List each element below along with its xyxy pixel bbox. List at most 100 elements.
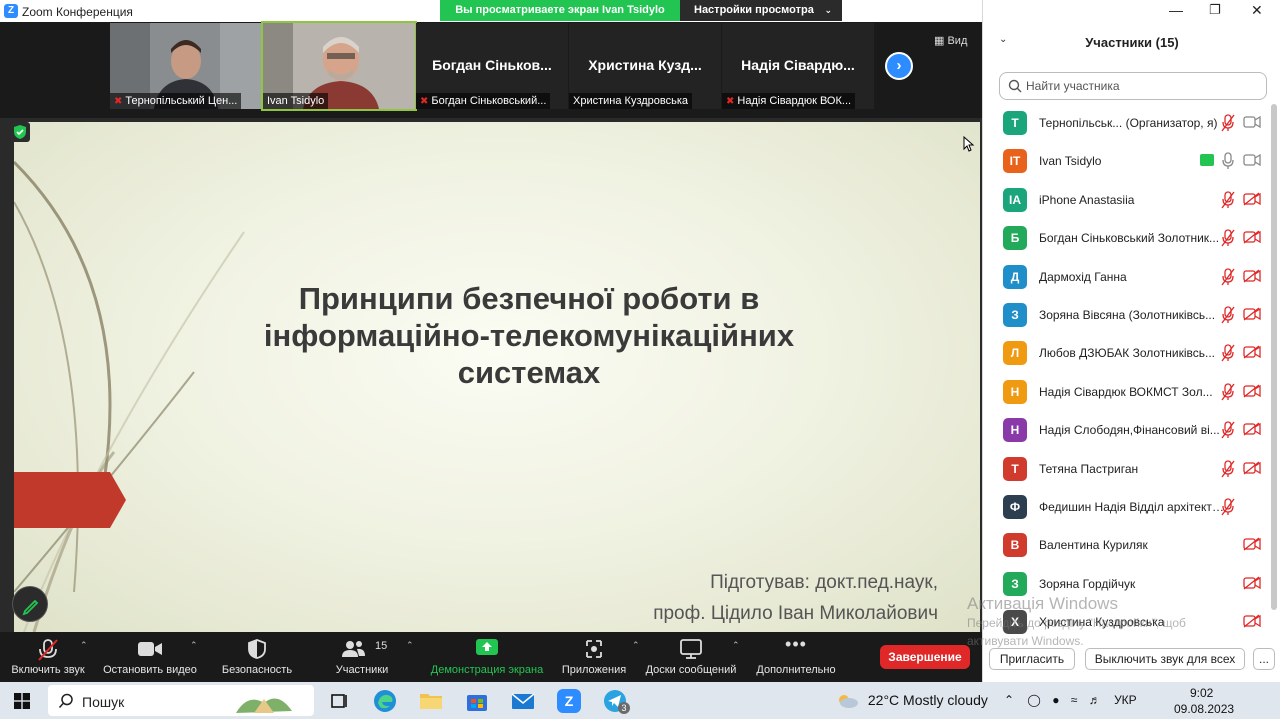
participant-row[interactable]: Л Любов ДЗЮБАК Золотниківсь... (983, 334, 1271, 372)
whiteboards-button[interactable]: ⌃ Доски сообщений (640, 632, 742, 682)
mic-icon[interactable] (1221, 152, 1235, 170)
participant-row[interactable]: Ф Федишин Надія Відділ архітектури,... (983, 488, 1271, 526)
chevron-up-icon[interactable]: ⌃ (1004, 693, 1014, 707)
video-tile[interactable]: Надія Сівардю... ✖ Надія Сівардюк ВОК... (722, 23, 874, 109)
sharing-screen-icon (1200, 154, 1214, 167)
search-icon (1008, 79, 1022, 93)
zoom-app-icon[interactable]: Z (556, 688, 582, 714)
unmute-button[interactable]: ⌃ Включить звук (0, 632, 96, 682)
volume-icon[interactable]: ♬ (1089, 693, 1101, 707)
file-explorer-icon[interactable] (418, 688, 444, 714)
weather-widget[interactable]: 22°C Mostly cloudy (836, 692, 988, 709)
mic-muted-icon[interactable] (1221, 267, 1235, 286)
participant-row[interactable]: IT Ivan Tsidylo (983, 142, 1271, 180)
input-language[interactable]: УКР (1114, 693, 1137, 707)
mic-muted-icon[interactable] (1221, 498, 1235, 516)
scrollbar[interactable] (1271, 104, 1277, 610)
edge-browser-icon[interactable] (372, 688, 398, 714)
video-off-icon[interactable] (1243, 576, 1261, 590)
video-tile-active-speaker[interactable]: Ivan Tsidylo (261, 21, 417, 111)
participant-row[interactable]: Н Надія Сівардюк ВОКМСТ Зол... (983, 373, 1271, 411)
mic-muted-icon[interactable] (1221, 383, 1235, 401)
wifi-icon[interactable]: ≈ (1071, 693, 1078, 707)
chevron-up-icon[interactable]: ⌃ (632, 640, 640, 651)
participants-button[interactable]: 15 ⌃ Участники (318, 632, 414, 682)
mouse-cursor-icon (963, 136, 975, 152)
video-camera-icon[interactable] (1243, 115, 1261, 129)
chevron-up-icon[interactable]: ⌃ (732, 640, 740, 651)
mic-muted-icon[interactable] (1221, 421, 1235, 439)
participant-row[interactable]: З Зоряна Вівсяна (Золотниківсь... (983, 296, 1271, 334)
video-strip: ✖ Тернопільський Цен... Ivan Tsidylo Богд… (0, 21, 982, 118)
invite-button[interactable]: Пригласить (989, 648, 1075, 670)
view-button[interactable]: ▦ Вид (934, 34, 967, 47)
video-off-icon[interactable] (1243, 384, 1261, 398)
view-settings-button[interactable]: Настройки просмотра ⌄ (680, 0, 842, 21)
mic-muted-icon[interactable] (1221, 191, 1235, 209)
taskbar-search[interactable]: Пошук (48, 685, 314, 716)
share-screen-button[interactable]: Демонстрация экрана (424, 632, 550, 682)
close-icon[interactable]: ✕ (1251, 2, 1263, 19)
video-tile-name: Богдан Сіньков... (432, 57, 552, 73)
taskbar-search-label: Пошук (82, 694, 125, 710)
participant-row[interactable]: Н Надія Слободян,Фінансовий ві... (983, 411, 1271, 449)
video-off-icon[interactable] (1243, 192, 1261, 206)
mic-muted-icon[interactable] (1221, 459, 1235, 478)
video-tile[interactable]: ✖ Тернопільський Цен... (110, 23, 262, 109)
participant-row[interactable]: Т Тернопільськ... (Организатор, я) (983, 104, 1271, 142)
end-meeting-button[interactable]: Завершение (880, 645, 970, 669)
clock-date[interactable]: 09.08.2023 (1174, 702, 1234, 716)
mic-muted-icon[interactable] (1221, 114, 1235, 132)
mic-muted-icon[interactable] (1221, 344, 1235, 362)
minimize-icon[interactable]: — (1169, 2, 1183, 18)
video-off-icon[interactable] (1243, 307, 1261, 321)
video-off-icon[interactable] (1243, 422, 1261, 436)
video-off-icon[interactable] (1243, 461, 1261, 475)
video-tile[interactable]: Христина Кузд... Христина Куздровська (569, 23, 721, 109)
participant-row[interactable]: Д Дармохід Ганна (983, 258, 1271, 296)
participant-name: Ivan Tsidylo (1039, 154, 1102, 169)
pencil-icon (22, 599, 39, 616)
avatar: Н (1003, 418, 1027, 443)
mic-muted-icon: ✖ (420, 96, 429, 107)
annotate-pencil-button[interactable] (12, 586, 48, 622)
chevron-up-icon[interactable]: ⌃ (80, 640, 88, 651)
task-view-icon[interactable] (326, 688, 352, 714)
encryption-shield-icon[interactable] (10, 122, 30, 142)
microphone-icon[interactable]: ● (1052, 693, 1059, 707)
mute-all-button[interactable]: Выключить звук для всех (1085, 648, 1245, 670)
clock-time[interactable]: 9:02 (1190, 686, 1213, 700)
mic-muted-icon[interactable] (1221, 306, 1235, 324)
chevron-up-icon[interactable]: ⌃ (190, 640, 198, 651)
participant-row[interactable]: IA iPhone Anastasiia (983, 181, 1271, 219)
microsoft-store-icon[interactable] (464, 688, 490, 714)
panel-more-button[interactable]: ... (1253, 648, 1275, 670)
participant-row[interactable]: Б Богдан Сіньковський Золотник... (983, 219, 1271, 257)
video-camera-icon[interactable] (1243, 153, 1261, 167)
security-button[interactable]: Безопасность (210, 632, 304, 682)
video-off-icon[interactable] (1243, 345, 1261, 359)
video-off-icon[interactable] (1243, 230, 1261, 244)
video-tile[interactable]: Богдан Сіньков... ✖ Богдан Сіньковський..… (416, 23, 568, 109)
video-off-icon[interactable] (1243, 537, 1261, 551)
grid-icon: ▦ (934, 35, 945, 47)
search-input[interactable] (1026, 77, 1256, 95)
mail-icon[interactable] (510, 688, 536, 714)
participant-search[interactable] (999, 72, 1267, 100)
meet-now-icon[interactable]: ◯ (1027, 693, 1040, 707)
restore-icon[interactable]: ❐ (1209, 2, 1221, 18)
security-label: Безопасность (221, 664, 293, 676)
shield-icon (248, 639, 266, 659)
apps-button[interactable]: ⌃ Приложения (558, 632, 640, 682)
video-off-icon[interactable] (1243, 269, 1261, 283)
more-button[interactable]: ••• Дополнительно (750, 632, 842, 682)
stop-video-button[interactable]: ⌃ Остановить видео (98, 632, 202, 682)
mic-muted-icon[interactable] (1221, 229, 1235, 247)
video-tile-name: Христина Кузд... (588, 57, 702, 73)
next-page-arrow-icon[interactable]: › (885, 52, 913, 80)
windows-start-icon[interactable] (14, 693, 30, 709)
chevron-up-icon[interactable]: ⌃ (406, 640, 414, 651)
participant-row[interactable]: Т Тетяна Пастриган (983, 450, 1271, 488)
video-off-icon[interactable] (1243, 614, 1261, 628)
participant-row[interactable]: В Валентина Куриляк (983, 526, 1271, 564)
